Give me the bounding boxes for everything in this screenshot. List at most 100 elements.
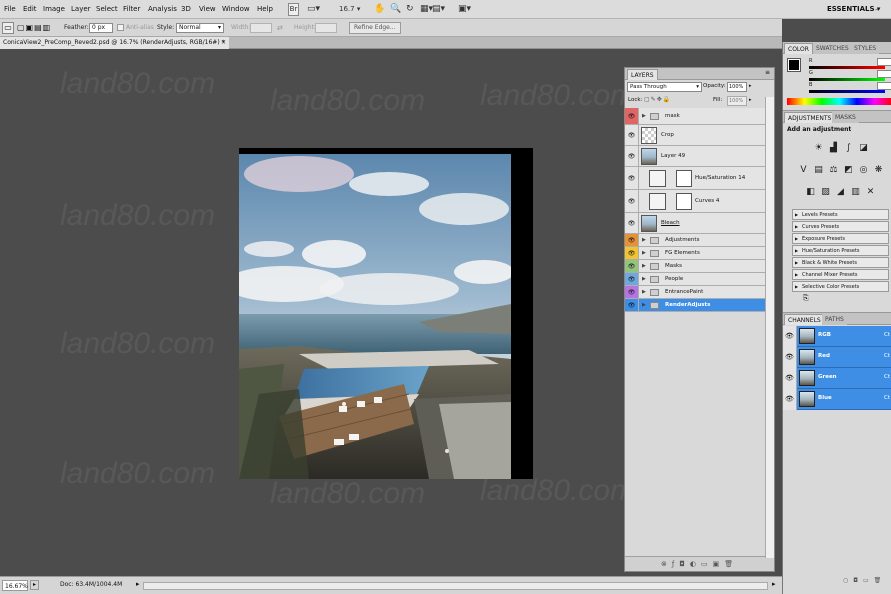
levels-icon[interactable]: ▟ bbox=[828, 143, 839, 154]
channel-row[interactable]: 👁 Green Ct bbox=[783, 368, 891, 389]
preset-item[interactable]: Channel Mixer Presets bbox=[792, 269, 889, 280]
menu-3d[interactable]: 3D bbox=[181, 5, 191, 13]
opacity-dropdown-icon[interactable]: ▸ bbox=[749, 83, 752, 89]
visibility-eye-icon[interactable]: 👁 bbox=[625, 260, 639, 272]
status-arrow-icon[interactable]: ▸ bbox=[136, 580, 140, 588]
visibility-eye-icon[interactable]: 👁 bbox=[625, 125, 639, 145]
visibility-eye-icon[interactable]: 👁 bbox=[625, 190, 639, 212]
layer-row[interactable]: 👁 ▶ Masks bbox=[625, 260, 765, 273]
menu-view[interactable]: View bbox=[199, 5, 216, 13]
color-spectrum-bar[interactable] bbox=[787, 98, 891, 105]
hand-tool-icon[interactable]: ✋ bbox=[374, 3, 385, 16]
menu-image[interactable]: Image bbox=[43, 5, 65, 13]
layer-row[interactable]: 👁 ▶ People bbox=[625, 273, 765, 286]
preset-item[interactable]: Hue/Saturation Presets bbox=[792, 245, 889, 256]
visibility-eye-icon[interactable]: 👁 bbox=[625, 273, 639, 285]
hue-saturation-icon[interactable]: ▤ bbox=[813, 165, 824, 176]
antialias-checkbox[interactable] bbox=[117, 24, 124, 31]
layer-row[interactable]: 👁 Hue/Saturation 14 bbox=[625, 167, 765, 190]
layers-scrollbar[interactable] bbox=[765, 97, 774, 558]
preset-item[interactable]: Exposure Presets bbox=[792, 233, 889, 244]
menu-edit[interactable]: Edit bbox=[23, 5, 37, 13]
foreground-color-swatch[interactable] bbox=[787, 58, 801, 72]
threshold-icon[interactable]: ◢ bbox=[835, 187, 846, 198]
visibility-eye-icon[interactable]: 👁 bbox=[625, 299, 639, 311]
visibility-eye-icon[interactable]: 👁 bbox=[783, 326, 797, 347]
menu-select[interactable]: Select bbox=[96, 5, 118, 13]
menu-analysis[interactable]: Analysis bbox=[148, 5, 177, 13]
extras-dropdown-icon[interactable]: ▭▾ bbox=[307, 3, 329, 16]
vibrance-icon[interactable]: V bbox=[798, 165, 809, 176]
brightness-icon[interactable]: ☀ bbox=[813, 143, 824, 154]
expand-arrow-icon[interactable]: ▶ bbox=[642, 276, 646, 282]
visibility-eye-icon[interactable]: 👁 bbox=[625, 234, 639, 246]
expand-arrow-icon[interactable]: ▶ bbox=[642, 263, 646, 269]
invert-icon[interactable]: ◧ bbox=[805, 187, 816, 198]
opacity-input[interactable]: 100% bbox=[727, 82, 747, 92]
workspace-switcher[interactable]: ESSENTIALS ▾ bbox=[827, 5, 880, 13]
preset-footer-icon[interactable]: ⎘ bbox=[803, 294, 809, 303]
tab-paths[interactable]: PATHS bbox=[822, 314, 847, 325]
posterize-icon[interactable]: ▨ bbox=[820, 187, 831, 198]
style-select[interactable]: Normal ▾ bbox=[176, 23, 224, 33]
layer-mask-thumbnail[interactable] bbox=[676, 170, 692, 187]
tab-layers[interactable]: LAYERS bbox=[627, 69, 658, 80]
screen-mode-icon[interactable]: ▣▾ bbox=[458, 3, 478, 16]
blend-mode-select[interactable]: Pass Through ▾ bbox=[627, 82, 702, 92]
black-white-icon[interactable]: ◩ bbox=[843, 165, 854, 176]
expand-arrow-icon[interactable]: ▶ bbox=[642, 250, 646, 256]
channel-row[interactable]: 👁 RGB Ct bbox=[783, 326, 891, 347]
marquee-tool-preset-icon[interactable]: ▭ bbox=[2, 22, 14, 34]
visibility-eye-icon[interactable]: 👁 bbox=[625, 247, 639, 259]
tab-swatches[interactable]: SWATCHES bbox=[813, 43, 852, 54]
layer-row[interactable]: 👁 Layer 49 bbox=[625, 146, 765, 167]
gradient-map-icon[interactable]: ▥ bbox=[850, 187, 861, 198]
height-input[interactable] bbox=[315, 23, 337, 33]
curves-icon[interactable]: ∫ bbox=[843, 143, 854, 154]
expand-arrow-icon[interactable]: ▶ bbox=[642, 302, 646, 308]
layer-row[interactable]: 👁 ▶ RenderAdjusts bbox=[625, 299, 765, 312]
status-menu-icon[interactable]: ▸ bbox=[30, 580, 39, 590]
tab-adjustments[interactable]: ADJUSTMENTS bbox=[784, 112, 836, 123]
red-value-input[interactable] bbox=[877, 58, 891, 66]
bridge-icon[interactable]: Br bbox=[288, 3, 299, 16]
panel-menu-icon[interactable]: ≡ bbox=[765, 69, 770, 76]
channel-footer-icons[interactable]: ○◘▭🗑 bbox=[843, 577, 886, 584]
scroll-right-icon[interactable]: ▸ bbox=[772, 580, 776, 588]
layer-row[interactable]: 👁 Bleach bbox=[625, 213, 765, 234]
expand-arrow-icon[interactable]: ▶ bbox=[642, 113, 646, 119]
tab-styles[interactable]: STYLES bbox=[851, 43, 880, 54]
width-input[interactable] bbox=[250, 23, 272, 33]
minimize-window-button[interactable]: – bbox=[875, 3, 879, 16]
preset-item[interactable]: Levels Presets bbox=[792, 209, 889, 220]
layer-row[interactable]: 👁 ▶ mask bbox=[625, 108, 765, 125]
visibility-eye-icon[interactable]: 👁 bbox=[625, 108, 639, 124]
red-slider[interactable] bbox=[809, 66, 885, 69]
preset-item[interactable]: Black & White Presets bbox=[792, 257, 889, 268]
channel-mixer-icon[interactable]: ❋ bbox=[873, 165, 884, 176]
zoom-level-dropdown[interactable]: 16.7 ▾ bbox=[339, 3, 361, 16]
refine-edge-button[interactable]: Refine Edge... bbox=[349, 22, 401, 34]
lock-icons[interactable]: ▢✎✥🔒 bbox=[644, 96, 671, 103]
layer-footer-icons[interactable]: ⊗ƒ◘◐▭▣🗑 bbox=[661, 560, 738, 568]
expand-arrow-icon[interactable]: ▶ bbox=[642, 237, 646, 243]
selection-mode-icons[interactable]: ▢▣▤▥ bbox=[17, 23, 57, 33]
layer-row[interactable]: 👁 ▶ Adjustments bbox=[625, 234, 765, 247]
visibility-eye-icon[interactable]: 👁 bbox=[625, 286, 639, 298]
fill-dropdown-icon[interactable]: ▸ bbox=[749, 97, 752, 103]
visibility-eye-icon[interactable]: 👁 bbox=[625, 146, 639, 166]
horizontal-scrollbar[interactable] bbox=[143, 582, 768, 590]
rotate-view-icon[interactable]: ↻ bbox=[406, 3, 414, 16]
menu-filter[interactable]: Filter bbox=[123, 5, 140, 13]
tab-masks[interactable]: MASKS bbox=[832, 112, 859, 123]
menu-file[interactable]: File bbox=[4, 5, 16, 13]
layer-row[interactable]: 👁 Crop bbox=[625, 125, 765, 146]
photo-filter-icon[interactable]: ◎ bbox=[858, 165, 869, 176]
green-value-input[interactable] bbox=[877, 70, 891, 78]
close-tab-icon[interactable]: × bbox=[221, 37, 226, 49]
feather-input[interactable]: 0 px bbox=[89, 23, 113, 33]
layer-row[interactable]: 👁 ▶ EntrancePaint bbox=[625, 286, 765, 299]
layer-row[interactable]: 👁 ▶ FG Elements bbox=[625, 247, 765, 260]
expand-arrow-icon[interactable]: ▶ bbox=[642, 289, 646, 295]
exposure-icon[interactable]: ◪ bbox=[858, 143, 869, 154]
